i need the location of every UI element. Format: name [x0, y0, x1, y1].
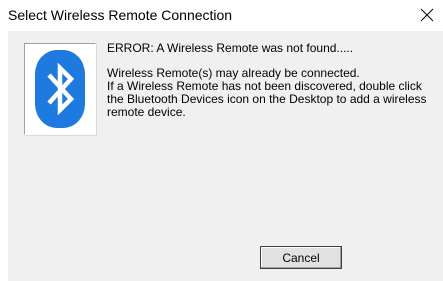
close-button[interactable]: [411, 0, 443, 30]
window-title: Select Wireless Remote Connection: [8, 7, 233, 23]
title-bar[interactable]: Select Wireless Remote Connection: [0, 0, 443, 30]
dialog-window: Select Wireless Remote Connection ERROR:…: [0, 0, 443, 281]
error-message: ERROR: A Wireless Remote was not found..…: [107, 41, 354, 55]
bluetooth-icon: [35, 50, 85, 128]
message-line: remote device.: [107, 105, 186, 119]
cancel-button[interactable]: Cancel: [260, 246, 342, 269]
dialog-body: ERROR: A Wireless Remote was not found..…: [8, 31, 443, 281]
close-icon: [420, 8, 434, 22]
bluetooth-icon-frame: [24, 43, 96, 135]
message-text: ERROR: A Wireless Remote was not found..…: [107, 42, 437, 119]
